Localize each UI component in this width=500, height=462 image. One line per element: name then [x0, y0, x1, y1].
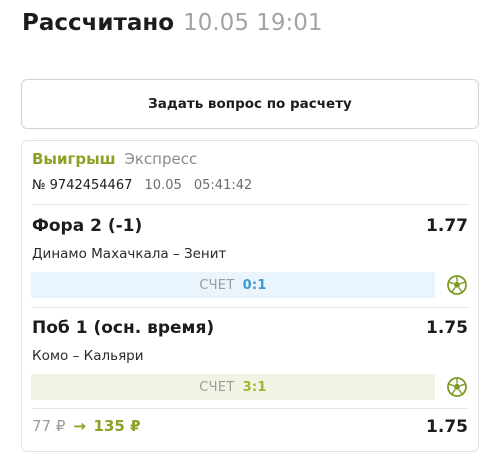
divider: [32, 307, 468, 308]
divider: [32, 204, 468, 205]
event-odds: 1.75: [426, 318, 468, 338]
bet-result-status: Выигрыш: [32, 150, 116, 168]
event-score-bar: СЧЕТ 0:1: [31, 272, 435, 298]
bet-event-1[interactable]: Фора 2 (-1) 1.77 Динамо Махачкала – Зени…: [22, 216, 478, 306]
event-market: Фора 2 (-1): [32, 216, 143, 236]
bet-date: 10.05: [144, 178, 182, 193]
bet-type: Экспресс: [124, 150, 198, 168]
total-odds: 1.75: [426, 417, 468, 437]
bet-number: № 9742454467: [32, 178, 133, 193]
page-title: Рассчитано: [22, 10, 175, 36]
stake-amount: 77 ₽: [32, 417, 66, 435]
event-market: Поб 1 (осн. время): [32, 318, 215, 338]
bet-event-2[interactable]: Поб 1 (осн. время) 1.75 Комо – Кальяри С…: [22, 318, 478, 408]
arrow-right-icon: →: [73, 417, 86, 435]
score-label: СЧЕТ: [199, 277, 235, 293]
score-value: 0:1: [242, 277, 267, 293]
football-icon: [447, 377, 467, 397]
event-odds: 1.77: [426, 216, 468, 236]
divider: [32, 408, 468, 409]
bet-meta: № 9742454467 10.05 05:41:42: [32, 178, 252, 193]
ask-question-button[interactable]: Задать вопрос по расчету: [21, 79, 479, 129]
event-teams: Динамо Махачкала – Зенит: [32, 246, 227, 262]
bet-time: 05:41:42: [193, 178, 253, 193]
score-value: 3:1: [242, 379, 267, 395]
stake-summary: 77 ₽ → 135 ₽: [32, 417, 141, 435]
event-teams: Комо – Кальяри: [32, 348, 144, 364]
bet-status-line: Выигрыш Экспресс: [32, 150, 197, 168]
settled-datetime: 10.05 19:01: [183, 10, 323, 36]
event-score-bar: СЧЕТ 3:1: [31, 374, 435, 400]
payout-amount: 135 ₽: [93, 417, 141, 435]
page-header: Рассчитано 10.05 19:01: [22, 10, 323, 44]
score-label: СЧЕТ: [199, 379, 235, 395]
football-icon: [447, 275, 467, 295]
bet-card: Выигрыш Экспресс № 9742454467 10.05 05:4…: [21, 140, 479, 452]
